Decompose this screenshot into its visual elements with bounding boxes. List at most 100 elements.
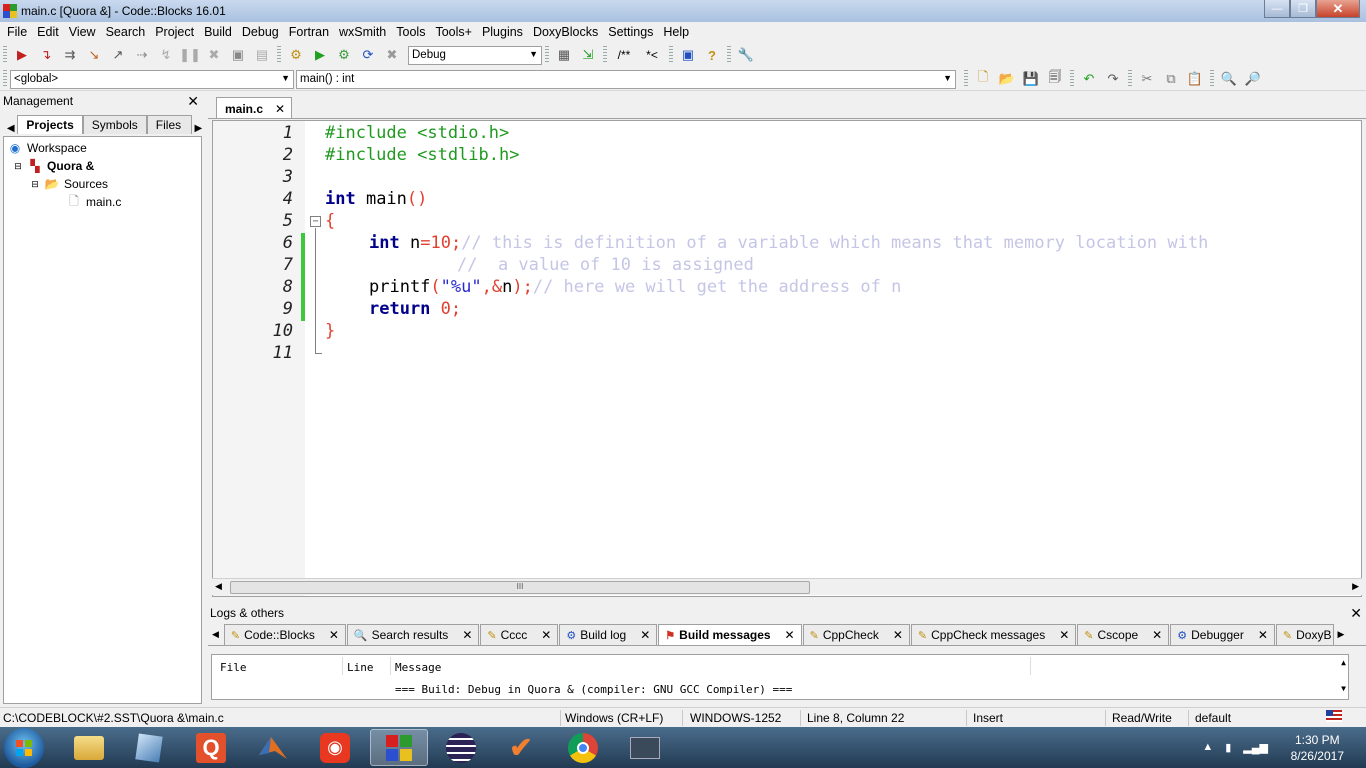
menu-tools[interactable]: Tools xyxy=(391,25,430,39)
tab-build-log[interactable]: ⚙ Build log ✕ xyxy=(559,624,658,645)
tab-doxyblocks[interactable]: ✎ DoxyB xyxy=(1275,624,1335,645)
scroll-down-icon[interactable]: ▼ xyxy=(1341,684,1346,693)
menu-build[interactable]: Build xyxy=(199,25,237,39)
chevron-right-icon[interactable]: ▶ xyxy=(192,123,205,134)
toolbar-grip[interactable] xyxy=(545,46,549,64)
menu-help[interactable]: Help xyxy=(658,25,694,39)
taskbar-matlab[interactable] xyxy=(246,729,300,766)
tab-projects[interactable]: Projects xyxy=(17,115,83,134)
help-icon[interactable]: ? xyxy=(702,45,722,65)
toolbar-grip[interactable] xyxy=(964,70,968,88)
collapse-icon[interactable]: ⊟ xyxy=(13,159,23,173)
menu-file[interactable]: File xyxy=(2,25,32,39)
horizontal-scrollbar[interactable]: ◀ III ▶ xyxy=(212,578,1362,595)
taskbar-virtualbox[interactable] xyxy=(122,729,176,766)
build-and-run-icon[interactable]: ⚙ xyxy=(334,45,354,65)
toolbar-grip[interactable] xyxy=(1210,70,1214,88)
close-icon[interactable]: ✕ xyxy=(187,93,199,110)
column-divider[interactable] xyxy=(390,657,391,675)
tree-item-workspace[interactable]: ◉ Workspace xyxy=(7,139,87,157)
toolbar-grip[interactable] xyxy=(3,46,7,64)
break-debugger-icon[interactable]: ❚❚ xyxy=(179,45,201,65)
debug-info-icon[interactable]: ▤ xyxy=(252,45,272,65)
close-icon[interactable]: ✕ xyxy=(462,628,472,642)
close-icon[interactable]: ✕ xyxy=(541,628,551,642)
tab-files[interactable]: Files xyxy=(146,115,192,134)
doxy-block-comment-button[interactable]: /** xyxy=(612,45,636,65)
menu-fortran[interactable]: Fortran xyxy=(284,25,334,39)
taskbar-sql-console[interactable] xyxy=(618,729,672,766)
fold-toggle-icon[interactable]: − xyxy=(310,216,321,227)
menu-wxsmith[interactable]: wxSmith xyxy=(334,25,391,39)
close-icon[interactable]: ✕ xyxy=(1350,605,1362,622)
chevron-left-icon[interactable]: ◀ xyxy=(4,123,17,134)
run-icon[interactable]: ▶ xyxy=(310,45,330,65)
doxy-line-comment-button[interactable]: *< xyxy=(640,45,664,65)
stop-debugger-icon[interactable]: ✖ xyxy=(204,45,224,65)
tab-codeblocks-log[interactable]: ✎ Code::Blocks ✕ xyxy=(223,624,346,645)
redo-icon[interactable]: ↷ xyxy=(1103,69,1123,89)
column-divider[interactable] xyxy=(342,657,343,675)
save-icon[interactable]: 💾 xyxy=(1021,69,1041,89)
column-header-line[interactable]: Line xyxy=(347,661,374,674)
toolbar-grip[interactable] xyxy=(1128,70,1132,88)
build-target-select[interactable]: Debug ▼ xyxy=(408,45,542,65)
step-into-icon[interactable]: ↘ xyxy=(84,45,104,65)
close-icon[interactable]: ✕ xyxy=(329,628,339,642)
column-divider[interactable] xyxy=(1030,657,1031,675)
toolbar-grip[interactable] xyxy=(603,46,607,64)
new-file-icon[interactable]: 🗋 xyxy=(973,69,993,89)
replace-icon[interactable]: 🔎 xyxy=(1243,69,1263,89)
close-icon[interactable]: ✕ xyxy=(275,102,285,116)
save-all-icon[interactable]: 🗐 xyxy=(1045,69,1065,89)
undo-icon[interactable]: ↶ xyxy=(1079,69,1099,89)
next-instruction-icon[interactable]: ⇢ xyxy=(132,45,152,65)
tab-cppcheck[interactable]: ✎ CppCheck ✕ xyxy=(802,624,910,645)
close-icon[interactable]: ✕ xyxy=(1258,628,1268,642)
close-icon[interactable]: ✕ xyxy=(1152,628,1162,642)
rebuild-icon[interactable]: ⟳ xyxy=(358,45,378,65)
close-icon[interactable]: ✕ xyxy=(893,628,903,642)
tab-debugger[interactable]: ⚙ Debugger ✕ xyxy=(1170,624,1275,645)
tab-cscope[interactable]: ✎ Cscope ✕ xyxy=(1077,624,1170,645)
step-instruction-icon[interactable]: ↯ xyxy=(156,45,176,65)
toolbar-grip[interactable] xyxy=(3,70,7,88)
menu-settings[interactable]: Settings xyxy=(603,25,658,39)
menu-debug[interactable]: Debug xyxy=(237,25,284,39)
show-hidden-icons-icon[interactable]: ▲ xyxy=(1202,741,1213,754)
taskbar-app-red[interactable]: ◉ xyxy=(308,729,362,766)
menu-plugins[interactable]: Plugins xyxy=(477,25,528,39)
start-button[interactable] xyxy=(4,728,44,768)
toolbar-grip[interactable] xyxy=(277,46,281,64)
menu-edit[interactable]: Edit xyxy=(32,25,64,39)
open-file-icon[interactable]: 📂 xyxy=(997,69,1017,89)
tab-cccc[interactable]: ✎ Cccc ✕ xyxy=(480,624,559,645)
close-icon[interactable]: ✕ xyxy=(1059,628,1069,642)
show-select-target-icon[interactable]: ▦ xyxy=(554,45,574,65)
minimize-button[interactable]: — xyxy=(1264,0,1290,18)
system-clock[interactable]: 1:30 PM 8/26/2017 xyxy=(1291,732,1344,764)
tree-item-main-c[interactable]: 🗋 main.c xyxy=(66,193,121,211)
toolbar-grip[interactable] xyxy=(727,46,731,64)
copy-icon[interactable]: ⧉ xyxy=(1161,69,1181,89)
next-line-icon[interactable]: ⇉ xyxy=(60,45,80,65)
paste-icon[interactable]: 📋 xyxy=(1185,69,1205,89)
tab-search-results[interactable]: 🔍 Search results ✕ xyxy=(346,624,480,645)
build-gear-icon[interactable]: ⚙ xyxy=(286,45,306,65)
close-button[interactable]: ✕ xyxy=(1316,0,1360,18)
tab-main-c[interactable]: main.c ✕ xyxy=(216,97,293,118)
taskbar-chrome[interactable] xyxy=(556,729,610,766)
tree-item-project[interactable]: ⊟ ▚ Quora & xyxy=(13,157,94,175)
column-header-file[interactable]: File xyxy=(220,661,247,674)
find-icon[interactable]: 🔍 xyxy=(1219,69,1239,89)
function-select[interactable]: main() : int ▼ xyxy=(296,69,956,89)
show-log-icon[interactable]: ⇲ xyxy=(578,45,598,65)
battery-icon[interactable]: ▮ xyxy=(1225,741,1231,754)
chevron-left-icon[interactable]: ◀ xyxy=(210,629,224,645)
wrench-icon[interactable]: 🔧 xyxy=(736,45,756,65)
tab-build-messages[interactable]: ⚑ Build messages ✕ xyxy=(658,624,802,645)
debug-continue-icon[interactable]: ▶ xyxy=(12,45,32,65)
taskbar-eclipse[interactable] xyxy=(434,729,488,766)
taskbar-quora[interactable]: Q xyxy=(184,729,238,766)
taskbar-codeblocks[interactable] xyxy=(370,729,428,766)
